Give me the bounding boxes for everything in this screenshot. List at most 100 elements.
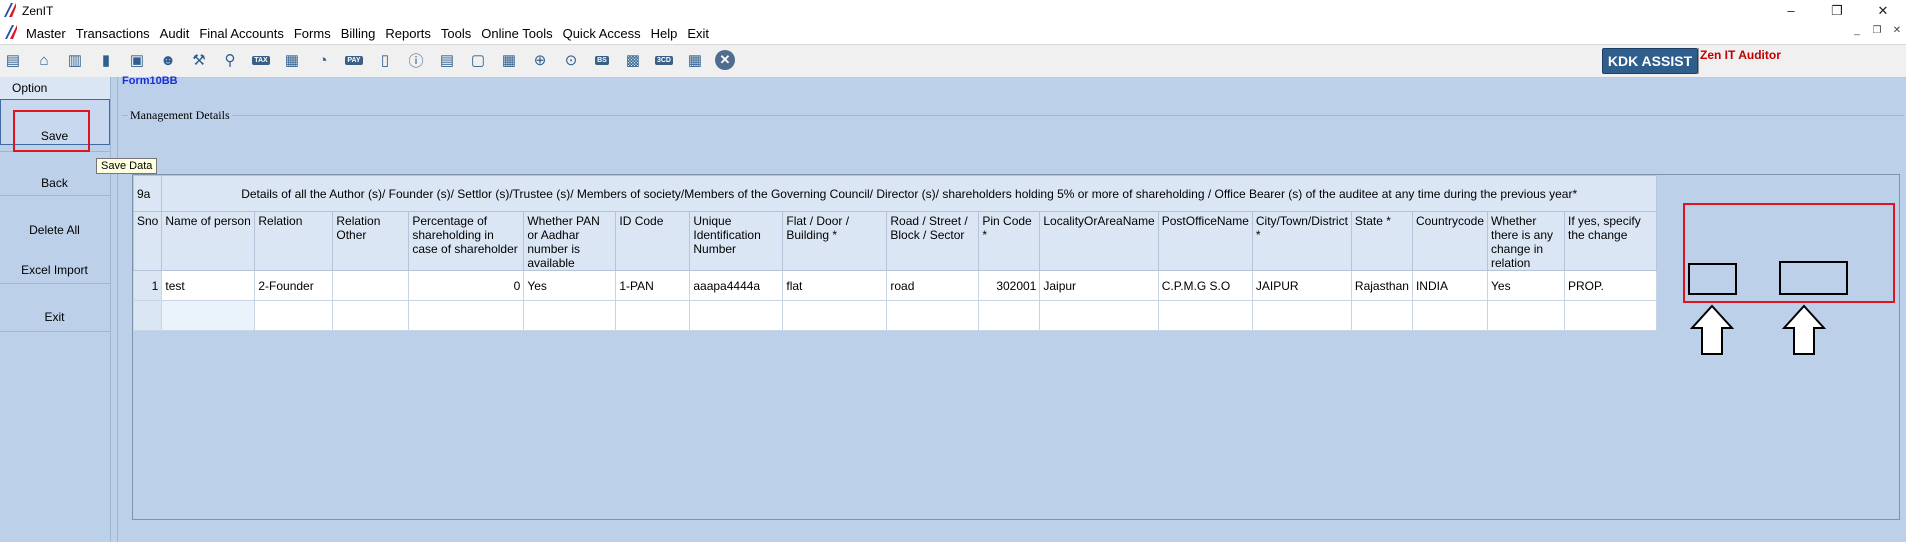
column-header[interactable]: Relation Other [332,211,410,271]
column-header[interactable]: PostOfficeName [1157,211,1253,271]
balance-sheet-icon[interactable]: BS [591,49,613,71]
grid-cell[interactable] [254,300,334,331]
grid-cell[interactable] [1411,300,1489,331]
grid-cell[interactable]: test [161,270,256,301]
bar-chart-icon[interactable]: ▮ [95,49,117,71]
menu-transactions[interactable]: Transactions [76,26,150,41]
exit-button[interactable]: Exit [0,310,109,324]
grid-cell[interactable] [1487,300,1565,331]
menu-online-tools[interactable]: Online Tools [481,26,552,41]
grid-cell[interactable] [978,300,1041,331]
form-3cd-icon[interactable]: 3CD [653,49,675,71]
grid-cell[interactable]: aaapa4444a [689,270,784,301]
menu-quick-access[interactable]: Quick Access [563,26,641,41]
grid-cell[interactable]: 1-PAN [615,270,691,301]
grid-cell[interactable] [1251,300,1352,331]
column-header[interactable]: City/Town/District * [1251,211,1352,271]
panel-splitter[interactable] [111,77,118,542]
tax-icon[interactable]: TAX [250,49,272,71]
home-icon[interactable]: ⌂ [33,49,55,71]
column-header[interactable]: Unique Identification Number [689,211,784,271]
grid-cell[interactable]: road [886,270,980,301]
grid-cell[interactable] [1039,300,1159,331]
calendar-icon[interactable]: ▦ [498,49,520,71]
database-icon[interactable]: ▩ [622,49,644,71]
grid-cell[interactable] [615,300,691,331]
book-icon[interactable]: ▯ [374,49,396,71]
mdi-close-icon[interactable]: ✕ [1890,24,1904,38]
gift-icon[interactable]: ▣ [126,49,148,71]
grid-cell[interactable]: 2-Founder [254,270,334,301]
column-header[interactable]: State * [1350,211,1413,271]
grid-cell[interactable] [161,300,256,331]
close-window-button[interactable]: ✕ [1860,0,1906,22]
grid-cell[interactable]: C.P.M.G S.O [1157,270,1253,301]
column-header[interactable]: If yes, specify the change [1564,211,1657,271]
column-header[interactable]: Countrycode [1411,211,1489,271]
grid-cell[interactable] [886,300,980,331]
mdi-restore-icon[interactable]: ❐ [1870,24,1884,38]
ledger-icon[interactable]: ▤ [436,49,458,71]
form-tab[interactable]: Form10BB [122,75,178,87]
grid-cell[interactable]: JAIPUR [1251,270,1352,301]
grid-cell[interactable]: PROP. [1564,270,1657,301]
excel-import-button[interactable]: Excel Import [0,263,109,277]
grid-cell[interactable]: flat [782,270,888,301]
menu-final-accounts[interactable]: Final Accounts [199,26,284,41]
grid-cell[interactable]: Yes [1487,270,1565,301]
grid-cell[interactable] [689,300,784,331]
menu-tools[interactable]: Tools [441,26,471,41]
menu-reports[interactable]: Reports [385,26,431,41]
menu-help[interactable]: Help [651,26,678,41]
minimize-button[interactable]: – [1768,0,1814,22]
grid-cell[interactable] [523,300,617,331]
close-icon[interactable]: ✕ [715,50,735,70]
maximize-button[interactable]: ❐ [1814,0,1860,22]
grid-cell[interactable] [408,300,525,331]
column-header[interactable]: LocalityOrAreaName [1039,211,1159,271]
grid-cell[interactable]: Rajasthan [1350,270,1413,301]
grid-cell[interactable] [1564,300,1657,331]
menu-billing[interactable]: Billing [341,26,376,41]
grid-cell[interactable] [1350,300,1413,331]
column-header[interactable]: Flat / Door / Building * [782,211,888,271]
grid-cell[interactable] [782,300,888,331]
kdk-assist-button[interactable]: KDK ASSIST [1602,48,1698,74]
document-user-icon[interactable]: ▢ [467,49,489,71]
pie-chart-icon[interactable]: ◔ [312,49,334,71]
grid-cell[interactable]: 0 [408,270,525,301]
delete-all-button[interactable]: Delete All [0,223,109,237]
column-header[interactable]: Whether PAN or Aadhar number is availabl… [523,211,617,271]
column-header[interactable]: Whether there is any change in relation [1487,211,1565,271]
column-header[interactable]: Sno [132,211,163,271]
grid-cell[interactable] [1157,300,1253,331]
mdi-minimize-icon[interactable]: _ [1850,24,1864,38]
back-button[interactable]: Back [0,176,109,190]
menu-audit[interactable]: Audit [160,26,190,41]
column-header[interactable]: ID Code [615,211,691,271]
column-header[interactable]: Road / Street / Block / Sector [886,211,980,271]
hammer-icon[interactable]: ⚒ [188,49,210,71]
report-icon[interactable]: ▤ [2,49,24,71]
grid-cell[interactable]: Jaipur [1039,270,1159,301]
grid-icon[interactable]: ▦ [684,49,706,71]
menu-master[interactable]: Master [26,26,66,41]
column-header[interactable]: Relation [254,211,334,271]
info-icon[interactable]: ⓘ [405,49,427,71]
column-header[interactable]: Pin Code * [978,211,1041,271]
pay-icon[interactable]: PAY [343,49,365,71]
grid-cell[interactable]: Yes [523,270,617,301]
grid-cell[interactable] [332,270,410,301]
users-icon[interactable]: ☻ [157,49,179,71]
column-header[interactable]: Name of person [161,211,256,271]
grid-cell[interactable] [332,300,410,331]
filter-icon[interactable]: ⚲ [219,49,241,71]
column-header[interactable]: Percentage of shareholding in case of sh… [408,211,525,271]
menu-forms[interactable]: Forms [294,26,331,41]
grid-cell[interactable]: INDIA [1411,270,1489,301]
grid-cell[interactable]: 302001 [978,270,1041,301]
building-icon[interactable]: ▥ [64,49,86,71]
add-icon[interactable]: ⊕ [529,49,551,71]
menu-exit[interactable]: Exit [687,26,709,41]
search-icon[interactable]: ⊙ [560,49,582,71]
